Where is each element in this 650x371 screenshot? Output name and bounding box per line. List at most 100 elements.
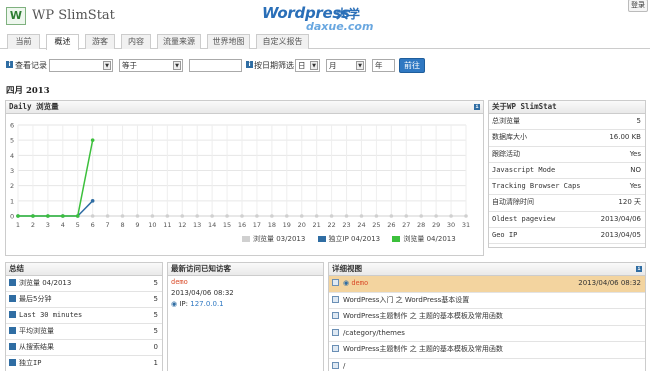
recent-visitor: demo 2013/04/06 08:32 ◉ IP: 127.0.0.1 — [168, 276, 323, 311]
x-tick-label: 2 — [31, 221, 35, 229]
x-tick-label: 12 — [178, 221, 186, 229]
chevron-down-icon: ▼ — [103, 61, 111, 70]
summary-key: 独立IP — [19, 359, 42, 367]
data-point — [120, 214, 125, 218]
detail-text[interactable]: demo — [351, 279, 368, 287]
summary-key: 浏览量 04/2013 — [19, 279, 72, 287]
month-select[interactable]: 月 ▼ — [326, 59, 366, 72]
filter-value-input[interactable] — [189, 59, 242, 72]
detail-text[interactable]: WordPress主题制作 之 主题的基本模板及常用函数 — [343, 345, 503, 353]
page-icon — [332, 361, 339, 369]
period-heading: 四月 2013 — [6, 86, 50, 96]
about-row: Oldest pageview 2013/04/06 — [489, 212, 645, 229]
page-icon — [332, 345, 339, 352]
y-tick-label: 5 — [10, 137, 14, 145]
about-value: 2013/04/06 — [600, 214, 641, 223]
info-icon — [9, 295, 16, 302]
tab-content[interactable]: 内容 — [121, 34, 151, 49]
page-icon — [332, 312, 339, 319]
go-button[interactable]: 前往 — [399, 58, 425, 73]
about-row: 数据库大小 16.00 KB — [489, 130, 645, 147]
about-value: 120 天 — [618, 198, 641, 207]
data-point — [359, 214, 364, 218]
panel-title: 总结 — [9, 264, 24, 273]
about-row: 总浏览量 5 — [489, 114, 645, 131]
x-tick-label: 18 — [268, 221, 276, 229]
y-tick-label: 1 — [10, 197, 14, 205]
detail-text[interactable]: WordPress入门 之 WordPress基本设置 — [343, 296, 469, 304]
summary-value: 1 — [153, 359, 158, 367]
detail-rows: ◉ demo 2013/04/06 08:32 WordPress入门 之 Word… — [329, 276, 645, 371]
info-icon[interactable]: i — [474, 104, 480, 110]
summary-row: 独立IP 1 — [6, 356, 162, 371]
tab-overview[interactable]: 概述 — [46, 34, 79, 50]
tab-traffic-sources[interactable]: 流量来源 — [157, 34, 201, 49]
info-icon — [9, 343, 16, 350]
detail-text[interactable]: / — [343, 362, 345, 370]
x-tick-label: 6 — [91, 221, 95, 229]
x-tick-label: 21 — [313, 221, 321, 229]
year-input[interactable]: 年 — [372, 59, 395, 72]
visitor-ip: ◉ IP: 127.0.0.1 — [171, 300, 224, 308]
summary-value: 5 — [153, 311, 158, 319]
tab-custom-reports[interactable]: 自定义报告 — [256, 34, 309, 49]
y-tick-label: 2 — [10, 182, 14, 190]
detail-row[interactable]: / — [329, 359, 645, 371]
x-tick-label: 31 — [462, 221, 470, 229]
detail-row[interactable]: ◉ demo 2013/04/06 08:32 — [329, 276, 645, 293]
data-point — [374, 214, 379, 218]
about-rows: 总浏览量 5 数据库大小 16.00 KB 跟踪活动 Yes Javascript Mode… — [489, 114, 645, 245]
data-point — [210, 214, 214, 218]
about-key: 跟踪活动 — [492, 149, 520, 158]
x-tick-label: 15 — [223, 221, 231, 229]
detail-text[interactable]: /category/themes — [343, 329, 405, 337]
x-tick-label: 14 — [208, 221, 216, 229]
day-select[interactable]: 日 ▼ — [295, 59, 320, 72]
daily-pageviews-panel: Daily 浏览量 i 0 1 2 3 4 5 6 1 2 3 4 5 6 7 8 9 10 11 12 13 14 15 1… — [5, 100, 484, 256]
tab-current[interactable]: 当前 — [7, 34, 40, 49]
recent-visitors-panel: 最新访问已知访客 demo 2013/04/06 08:32 ◉ IP: 127… — [167, 262, 324, 371]
summary-value: 5 — [153, 327, 158, 335]
data-point — [165, 214, 170, 218]
data-point — [419, 214, 424, 218]
about-panel: 关于WP SlimStat 总浏览量 5 数据库大小 16.00 KB 跟踪活动 Yes J… — [488, 100, 646, 248]
data-point — [180, 214, 185, 218]
panel-header: 总结 — [6, 263, 162, 276]
tab-visitors[interactable]: 游客 — [85, 34, 115, 49]
detail-row[interactable]: WordPress入门 之 WordPress基本设置 — [329, 293, 645, 309]
panel-header: Daily 浏览量 i — [6, 101, 483, 114]
panel-header: 详细视图 i — [329, 263, 645, 276]
x-tick-label: 8 — [120, 221, 124, 229]
x-tick-label: 4 — [61, 221, 65, 229]
data-point — [434, 214, 438, 218]
page-icon — [332, 279, 339, 286]
detail-view-panel: 详细视图 i ◉ demo 2013/04/06 08:32 WordPress入门 … — [328, 262, 646, 371]
x-tick-label: 5 — [76, 221, 80, 229]
panel-header: 最新访问已知访客 — [168, 263, 323, 276]
data-point — [314, 214, 319, 218]
about-value: Yes — [629, 149, 641, 158]
info-icon — [9, 359, 16, 366]
filter-operator-select[interactable]: 等于 ▼ — [119, 59, 183, 72]
summary-row: 从搜索结果 0 — [6, 340, 162, 356]
x-tick-label: 9 — [135, 221, 139, 229]
tab-world-map[interactable]: 世界地图 — [207, 34, 250, 49]
visitor-username[interactable]: demo — [171, 277, 320, 288]
data-point — [16, 214, 20, 218]
detail-row[interactable]: /category/themes — [329, 326, 645, 342]
filter-label: 查看记录 — [15, 61, 47, 70]
about-key: Tracking Browser Caps — [492, 182, 581, 191]
info-icon[interactable]: i — [636, 266, 642, 272]
data-point — [46, 214, 50, 218]
summary-value: 5 — [153, 295, 158, 303]
detail-row[interactable]: WordPress主题制作 之 主题的基本模板及常用函数 — [329, 309, 645, 326]
login-button[interactable]: 登录 — [628, 0, 648, 12]
about-value: 16.00 KB — [609, 133, 641, 142]
filter-field-select[interactable]: ▼ — [49, 59, 113, 72]
detail-text[interactable]: WordPress主题制作 之 主题的基本模板及常用函数 — [343, 312, 503, 320]
chart-legend: 浏览量 03/2013 独立IP 04/2013 浏览量 04/2013 — [242, 234, 456, 244]
data-point — [240, 214, 244, 218]
about-row: Javascript Mode NO — [489, 163, 645, 180]
detail-row[interactable]: WordPress主题制作 之 主题的基本模板及常用函数 — [329, 342, 645, 359]
x-tick-label: 16 — [238, 221, 246, 229]
